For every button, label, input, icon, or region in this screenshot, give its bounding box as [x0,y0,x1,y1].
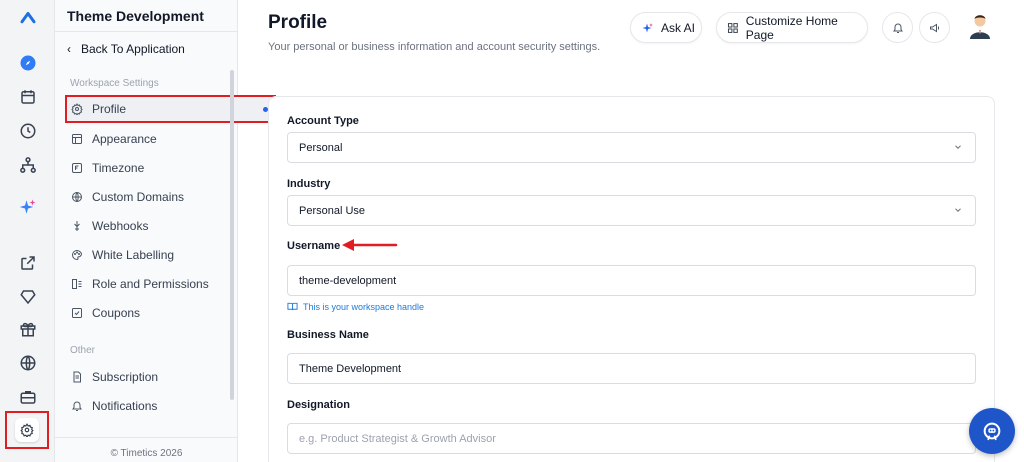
sidebar-item-webhooks[interactable]: Webhooks [67,215,217,237]
customize-label: Customize Home Page [745,13,838,42]
sidebar-item-label: Subscription [92,370,159,384]
business-name-input[interactable]: Theme Development [287,353,976,384]
book-icon [287,302,298,311]
settings-gear-icon[interactable] [15,418,39,442]
account-type-label: Account Type [287,115,359,127]
section-label-workspace: Workspace Settings [70,78,159,89]
announcements-button[interactable] [919,12,950,43]
username-value: theme-development [299,274,397,287]
role-icon [71,277,85,291]
support-ball-icon[interactable] [12,347,44,379]
designation-input[interactable]: e.g. Product Strategist & Growth Advisor [287,423,976,454]
account-type-select[interactable]: Personal [287,132,976,163]
ask-ai-button[interactable]: Ask AI [630,12,702,43]
sidebar-item-label: Notifications [92,399,158,413]
business-name-value: Theme Development [299,362,402,375]
industry-select[interactable]: Personal Use [287,195,976,226]
annotation-arrow [342,239,398,251]
username-label: Username [287,240,341,252]
help-chat-button[interactable] [969,408,1015,454]
industry-value: Personal Use [299,204,366,217]
sidebar-item-label: Timezone [92,161,145,175]
sidebar-item-label: Webhooks [92,219,149,233]
chevron-down-icon [955,145,961,149]
username-hint: This is your workspace handle [287,301,424,312]
bell-icon [892,23,903,33]
clock-icon[interactable] [12,115,44,147]
org-chart-icon[interactable] [12,149,44,181]
layout-icon [71,132,85,146]
back-label: Back To Application [81,42,185,56]
page-title: Profile [268,12,328,33]
webhook-icon [71,219,85,233]
section-label-other: Other [70,345,96,356]
username-hint-text: This is your workspace handle [303,301,425,312]
app-logo-icon[interactable] [12,2,44,34]
coupon-icon [71,306,85,320]
briefcase-icon[interactable] [12,381,44,413]
icon-rail [0,0,55,462]
sidebar-divider [55,31,238,32]
megaphone-icon [929,23,939,32]
subscription-icon [71,370,85,384]
bell-icon [71,399,85,413]
notifications-button[interactable] [882,12,913,43]
compass-icon[interactable] [12,47,44,79]
sidebar-item-coupons[interactable]: Coupons [67,302,217,324]
sidebar-item-label: Coupons [92,306,141,320]
sidebar-item-role-permissions[interactable]: Role and Permissions [67,273,217,295]
sidebar-scrollbar[interactable] [230,70,234,400]
workspace-title: Theme Development [67,8,204,24]
diamond-icon[interactable] [12,281,44,313]
sidebar-item-subscription[interactable]: Subscription [67,366,217,388]
sidebar-item-custom-domains[interactable]: Custom Domains [67,186,217,208]
gear-icon [71,102,85,116]
main-content: Profile Your personal or business inform… [238,0,1024,462]
robot-support-icon [983,422,1001,441]
sidebar-item-white-labelling[interactable]: White Labelling [67,244,217,266]
profile-form-card: Account Type Personal Industry Personal … [268,96,995,462]
back-to-application-link[interactable]: ‹ Back To Application [67,40,185,58]
sidebar-item-label: Profile [92,102,127,116]
sidebar-item-timezone[interactable]: Timezone [67,157,217,179]
ask-ai-label: Ask AI [661,20,696,35]
sidebar-item-notifications[interactable]: Notifications [67,395,217,417]
palette-icon [71,248,85,262]
designation-label: Designation [287,399,350,411]
sidebar-footer-divider [55,437,238,438]
copyright-text: © Timetics 2026 [110,448,183,459]
avatar[interactable] [968,12,992,39]
industry-label: Industry [287,178,331,190]
chevron-left-icon: ‹ [67,42,71,56]
chevron-down-icon [955,208,961,212]
ai-sparkle-icon[interactable] [12,191,44,223]
username-input[interactable]: theme-development [287,265,976,296]
gift-icon[interactable] [12,313,44,345]
sidebar-item-appearance[interactable]: Appearance [67,128,217,150]
external-link-icon[interactable] [12,247,44,279]
grid-icon [727,22,738,33]
sidebar-item-label: Appearance [92,132,157,146]
sparkle-icon [642,22,653,32]
settings-sidebar: Theme Development ‹ Back To Application … [55,0,276,462]
sidebar-item-label: White Labelling [92,248,175,262]
account-type-value: Personal [299,141,343,154]
sidebar-item-label: Role and Permissions [92,277,209,291]
designation-placeholder: e.g. Product Strategist & Growth Advisor [299,432,496,445]
timezone-icon [71,161,85,175]
sidebar-item-label: Custom Domains [92,190,185,204]
globe-icon [71,190,85,204]
calendar-icon[interactable] [12,81,44,113]
page-subtitle: Your personal or business information an… [268,41,601,53]
business-name-label: Business Name [287,329,369,341]
settings-nav-highlight[interactable] [5,411,49,449]
customize-home-page-button[interactable]: Customize Home Page [716,12,868,43]
